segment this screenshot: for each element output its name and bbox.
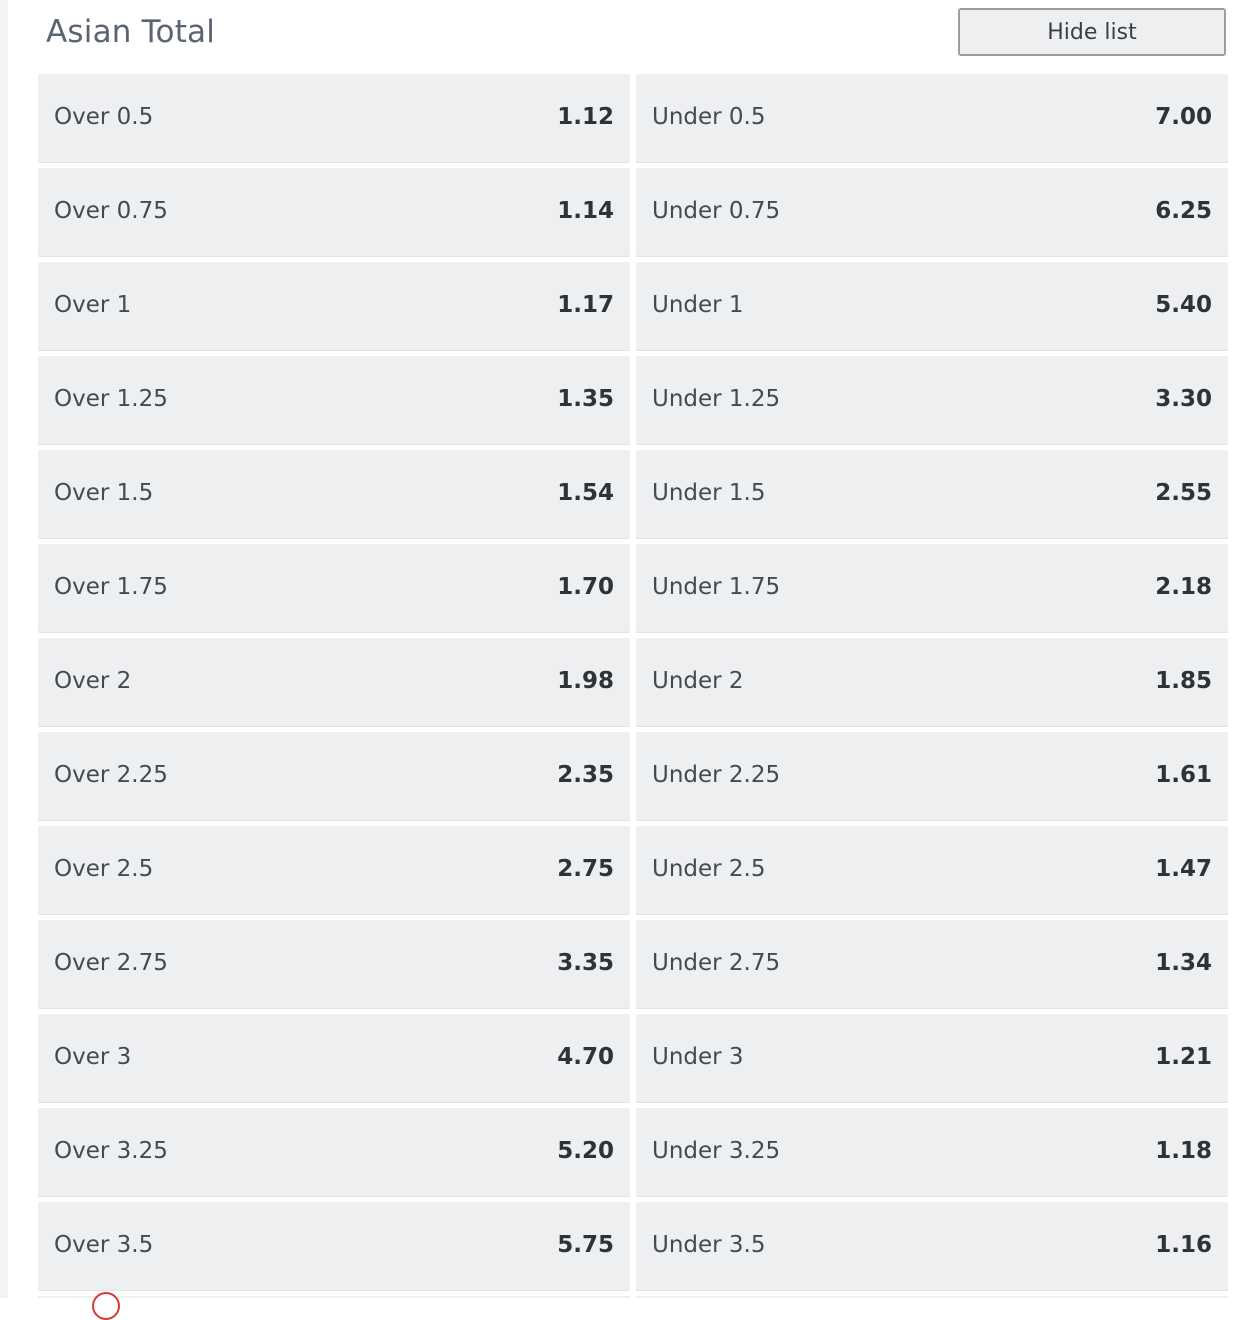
- red-circle-icon: [92, 1292, 120, 1320]
- selection-label: Over 2: [54, 668, 132, 694]
- odds-cell-under[interactable]: Under 3.25 1.18: [636, 1108, 1228, 1196]
- odds-value: 1.35: [557, 386, 614, 412]
- odds-value: 2.55: [1155, 480, 1212, 506]
- odds-value: 3.30: [1155, 386, 1212, 412]
- odds-value: 5.75: [557, 1232, 614, 1258]
- odds-value: 1.98: [557, 668, 614, 694]
- odds-value: 1.12: [557, 104, 614, 130]
- selection-label: Over 1.5: [54, 480, 154, 506]
- selection-label: Under 1.25: [652, 386, 781, 412]
- selection-label: Under 1.75: [652, 574, 781, 600]
- odds-value: 2.75: [557, 856, 614, 882]
- selection-label: Under 2.25: [652, 762, 781, 788]
- odds-value: 1.54: [557, 480, 614, 506]
- selection-label: Under 1.5: [652, 480, 766, 506]
- odds-value: 2.35: [557, 762, 614, 788]
- hide-list-button[interactable]: Hide list: [958, 8, 1226, 56]
- selection-label: Under 1: [652, 292, 744, 318]
- odds-value: 7.00: [1155, 104, 1212, 130]
- selection-label: Under 2.5: [652, 856, 766, 882]
- odds-cell-over[interactable]: Over 0.75 1.14: [38, 168, 630, 256]
- odds-value: 5.20: [557, 1138, 614, 1164]
- odds-cell-over[interactable]: Over 0.5 1.12: [38, 74, 630, 162]
- odds-value: 1.16: [1155, 1232, 1212, 1258]
- selection-label: Over 0.75: [54, 198, 168, 224]
- odds-value: 1.17: [557, 292, 614, 318]
- selection-label: Over 1.75: [54, 574, 168, 600]
- odds-row: Over 1.5 1.54 Under 1.5 2.55: [38, 450, 1228, 538]
- odds-cell-under[interactable]: Under 0.75 6.25: [636, 168, 1228, 256]
- odds-value: 1.61: [1155, 762, 1212, 788]
- odds-cell-under[interactable]: Under 1 5.40: [636, 262, 1228, 350]
- selection-label: Under 2: [652, 668, 744, 694]
- odds-cell-over[interactable]: Over 3 4.70: [38, 1014, 630, 1102]
- odds-value: 6.25: [1155, 198, 1212, 224]
- odds-row: Over 3 4.70 Under 3 1.21: [38, 1014, 1228, 1102]
- odds-cell-over[interactable]: Over 1.5 1.54: [38, 450, 630, 538]
- selection-label: Under 3.25: [652, 1138, 781, 1164]
- odds-row: Over 1.25 1.35 Under 1.25 3.30: [38, 356, 1228, 444]
- selection-label: Over 3.25: [54, 1138, 168, 1164]
- odds-row: Over 1 1.17 Under 1 5.40: [38, 262, 1228, 350]
- selection-label: Over 3.5: [54, 1232, 154, 1258]
- odds-cell-under[interactable]: Under 2.5 1.47: [636, 826, 1228, 914]
- selection-label: Over 0.5: [54, 104, 154, 130]
- selection-label: Under 3: [652, 1044, 744, 1070]
- selection-label: Over 1: [54, 292, 132, 318]
- odds-cell-under[interactable]: Under 1.25 3.30: [636, 356, 1228, 444]
- odds-row: Over 0.5 1.12 Under 0.5 7.00: [38, 74, 1228, 162]
- odds-value: 1.34: [1155, 950, 1212, 976]
- market-title: Asian Total: [46, 14, 216, 50]
- odds-value: 3.35: [557, 950, 614, 976]
- odds-row: Over 2.75 3.35 Under 2.75 1.34: [38, 920, 1228, 1008]
- selection-label: Under 0.75: [652, 198, 781, 224]
- odds-value: 4.70: [557, 1044, 614, 1070]
- odds-cell-over[interactable]: Over 3.25 5.20: [38, 1108, 630, 1196]
- odds-row: Over 2 1.98 Under 2 1.85: [38, 638, 1228, 726]
- selection-label: Under 2.75: [652, 950, 781, 976]
- selection-label: Under 0.5: [652, 104, 766, 130]
- odds-row: Over 2.5 2.75 Under 2.5 1.47: [38, 826, 1228, 914]
- odds-cell-under[interactable]: Under 1.5 2.55: [636, 450, 1228, 538]
- odds-cell-under[interactable]: Under 0.5 7.00: [636, 74, 1228, 162]
- selection-label: Over 2.25: [54, 762, 168, 788]
- odds-cell-over[interactable]: Over 2.75 3.35: [38, 920, 630, 1008]
- market-header: Asian Total Hide list: [0, 0, 1238, 70]
- selection-label: Over 2.75: [54, 950, 168, 976]
- selection-label: Over 2.5: [54, 856, 154, 882]
- odds-value: 1.21: [1155, 1044, 1212, 1070]
- odds-cell-over[interactable]: Over 2.25 2.35: [38, 732, 630, 820]
- odds-row: Over 2.25 2.35 Under 2.25 1.61: [38, 732, 1228, 820]
- odds-cell-under[interactable]: Under 2.25 1.61: [636, 732, 1228, 820]
- odds-value: 1.18: [1155, 1138, 1212, 1164]
- odds-row: Over 3.25 5.20 Under 3.25 1.18: [38, 1108, 1228, 1196]
- left-edge-strip: [0, 0, 8, 1298]
- odds-cell-under[interactable]: Under 2 1.85: [636, 638, 1228, 726]
- odds-cell-over[interactable]: Over 1.75 1.70: [38, 544, 630, 632]
- odds-cell-over[interactable]: Over 1 1.17: [38, 262, 630, 350]
- odds-grid: Over 0.5 1.12 Under 0.5 7.00 Over 0.75 1…: [38, 74, 1228, 1296]
- selection-label: Over 3: [54, 1044, 132, 1070]
- odds-cell-under[interactable]: Under 3 1.21: [636, 1014, 1228, 1102]
- odds-value: 5.40: [1155, 292, 1212, 318]
- selection-label: Under 3.5: [652, 1232, 766, 1258]
- odds-value: 1.47: [1155, 856, 1212, 882]
- odds-value: 1.14: [557, 198, 614, 224]
- odds-cell-under[interactable]: Under 3.5 1.16: [636, 1202, 1228, 1290]
- odds-row: Over 1.75 1.70 Under 1.75 2.18: [38, 544, 1228, 632]
- odds-row: Over 3.5 5.75 Under 3.5 1.16: [38, 1202, 1228, 1290]
- selection-label: Over 1.25: [54, 386, 168, 412]
- odds-cell-over[interactable]: Over 2.5 2.75: [38, 826, 630, 914]
- odds-cell-under[interactable]: Under 1.75 2.18: [636, 544, 1228, 632]
- odds-value: 2.18: [1155, 574, 1212, 600]
- odds-cell-over[interactable]: Over 3.5 5.75: [38, 1202, 630, 1290]
- odds-cell-over[interactable]: Over 1.25 1.35: [38, 356, 630, 444]
- odds-cell-under[interactable]: Under 2.75 1.34: [636, 920, 1228, 1008]
- odds-cell-over[interactable]: Over 2 1.98: [38, 638, 630, 726]
- odds-value: 1.70: [557, 574, 614, 600]
- odds-value: 1.85: [1155, 668, 1212, 694]
- odds-row: Over 0.75 1.14 Under 0.75 6.25: [38, 168, 1228, 256]
